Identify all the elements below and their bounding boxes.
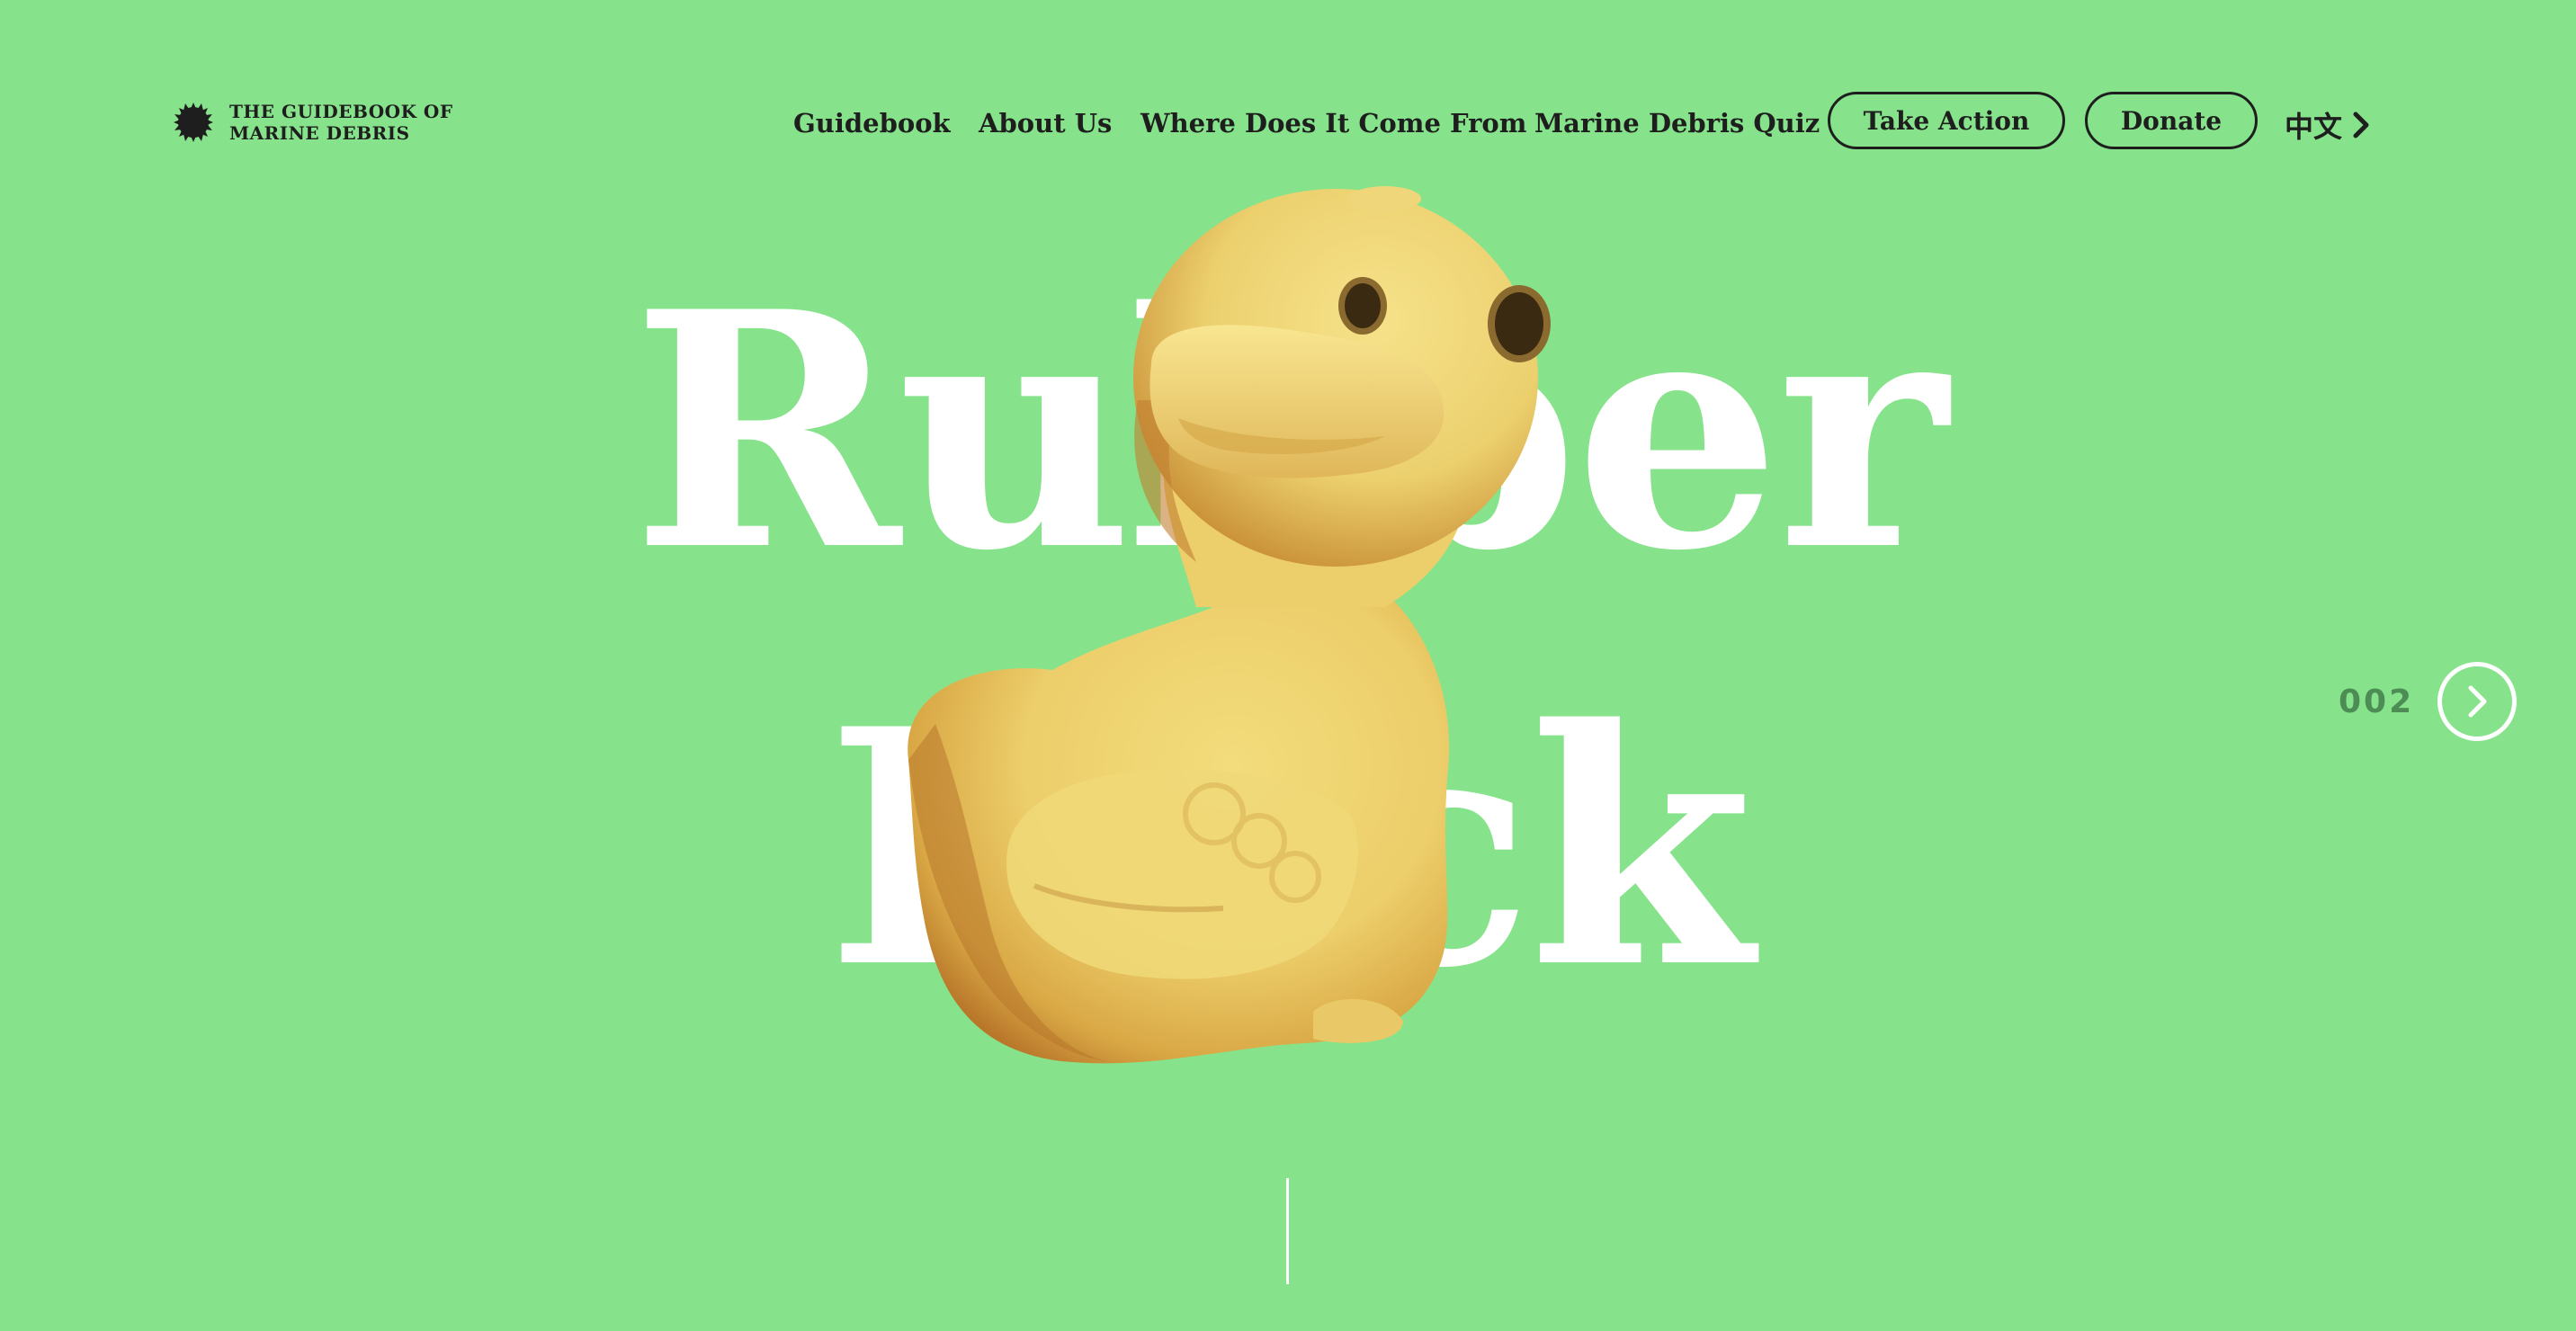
rubber-duck-image bbox=[908, 186, 1551, 1064]
take-action-button[interactable]: Take Action bbox=[1828, 92, 2065, 149]
nav-link-guidebook[interactable]: Guidebook bbox=[793, 108, 951, 138]
slide-number: 002 bbox=[2339, 683, 2415, 720]
chevron-right-icon bbox=[2353, 112, 2369, 138]
scroll-indicator bbox=[1286, 1178, 1289, 1284]
language-label: 中文 bbox=[2285, 110, 2343, 144]
slide-pager: 002 bbox=[2339, 662, 2518, 741]
nav-link-marine-debris-quiz[interactable]: Marine Debris Quiz bbox=[1534, 108, 1820, 138]
page: THE GUIDEBOOK OF MARINE DEBRIS Guidebook… bbox=[0, 0, 2576, 1331]
nav-link-about-us[interactable]: About Us bbox=[979, 108, 1112, 138]
chevron-right-circle-icon bbox=[2468, 685, 2487, 718]
main-nav: Guidebook About Us Where Does It Come Fr… bbox=[0, 92, 2576, 155]
language-switch[interactable]: 中文 bbox=[2285, 104, 2371, 146]
donate-button[interactable]: Donate bbox=[2085, 92, 2258, 149]
next-slide-button[interactable] bbox=[2437, 662, 2518, 741]
nav-link-where-does-it-come-from[interactable]: Where Does It Come From bbox=[1140, 108, 1526, 138]
